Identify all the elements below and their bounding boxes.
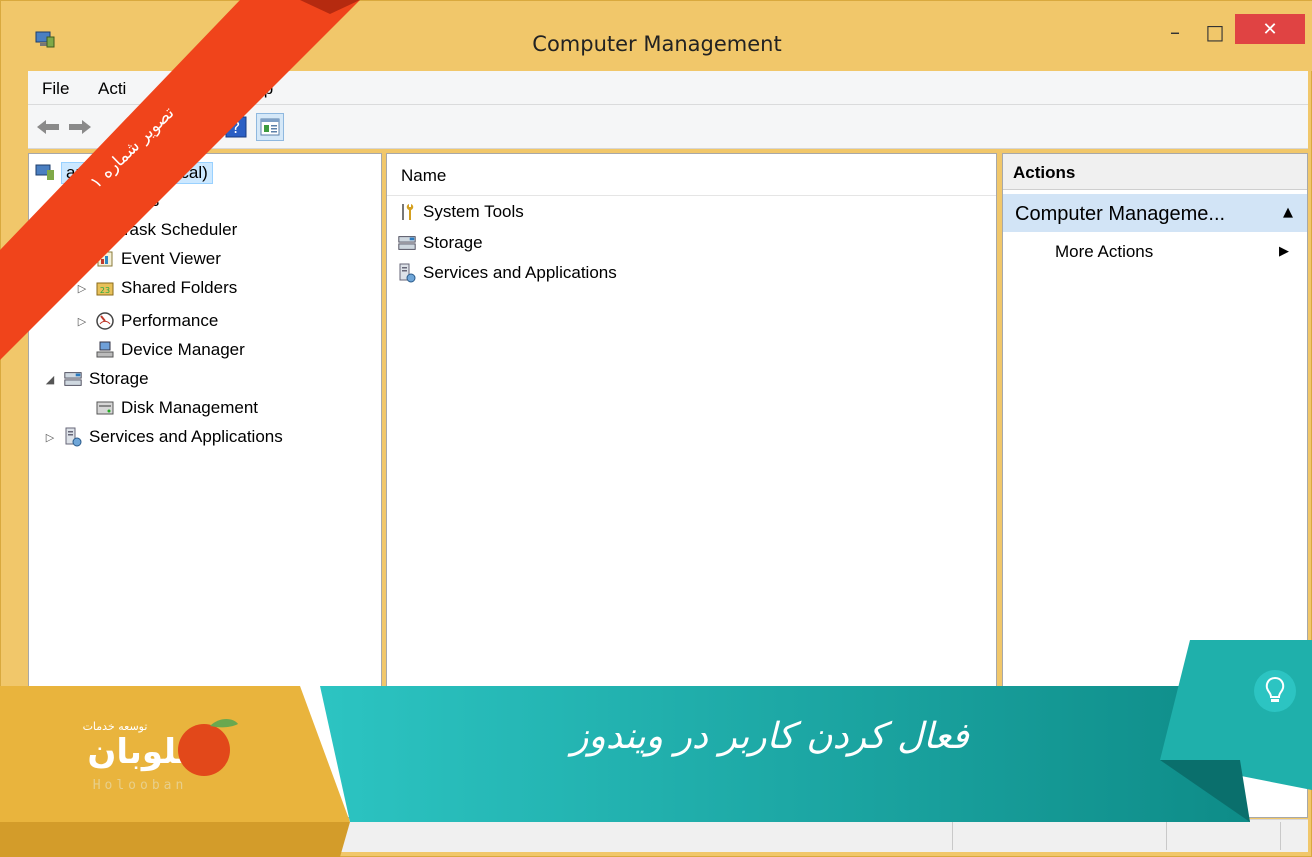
list-item[interactable]: System Tools [397,199,524,225]
toolbar: ? [28,105,1308,149]
menu-file[interactable]: File [42,79,69,99]
svg-text:?: ? [232,118,241,137]
actions-header: Actions [1003,154,1307,190]
tree-item-device-manager[interactable]: Device Manager [95,337,245,363]
maximize-button[interactable]: □ [1197,15,1233,49]
expand-icon[interactable]: ▷ [75,315,89,328]
tree-item-label: Shared Folders [121,278,238,297]
tree-item-storage[interactable]: ◢ Storage [43,366,149,392]
help-icon[interactable]: ? [222,113,250,141]
status-divider [952,822,953,850]
menu-bar: File Acti lp [28,71,1308,105]
menu-help[interactable]: lp [260,79,273,99]
shared-folders-icon: 23 [95,278,115,298]
title-bar[interactable]: Computer Management – □ ✕ [1,1,1312,71]
tree-item-label: Storage [89,369,149,388]
show-hide-tree-icon[interactable] [256,113,284,141]
tree-item-label: Disk Management [121,398,259,417]
menu-action[interactable]: Acti [98,79,126,99]
tree-item-shared-folders[interactable]: ▷ 23 Shared Folders [75,275,237,301]
actions-section-computer-management[interactable]: Computer Manageme... ▲ [1003,194,1307,232]
status-bar [28,819,1308,852]
status-divider [1280,822,1281,850]
tools-icon [75,191,95,211]
collapse-caret-icon[interactable]: ▲ [1283,205,1293,220]
disk-management-icon [95,398,115,418]
back-icon[interactable] [34,113,62,141]
banner-title: فعال کردن کاربر در ویندوز [571,716,969,757]
submenu-arrow-icon[interactable]: ▶ [1279,244,1289,259]
tree-item-label: Event Viewer [121,249,221,268]
tree-item-label: Device Manager [121,340,245,359]
window-title: Computer Management [532,32,782,56]
tree-item-system-tools[interactable]: ◢ m Tools [55,188,160,214]
tree-item-disk-management[interactable]: Disk Management [95,395,258,421]
collapse-icon[interactable]: ◢ [43,373,57,386]
expand-icon[interactable]: ▷ [75,282,89,295]
more-actions-item[interactable]: More Actions [1055,242,1153,262]
list-item[interactable]: Services and Applications [397,260,617,286]
column-header-name[interactable]: Name [387,154,996,196]
tree-item-label: Services and Applications [89,427,283,446]
actions-pane: Actions Computer Manageme... ▲ More Acti… [1002,153,1308,818]
tree-item-event-viewer[interactable]: Event Viewer [95,246,221,272]
list-item-label: System Tools [423,202,524,221]
expand-icon[interactable]: ▷ [43,431,57,444]
computer-icon [35,163,55,183]
task-scheduler-icon [95,220,115,240]
device-manager-icon [95,340,115,360]
tree-item-services-applications[interactable]: ▷ Services and Applications [43,424,283,450]
services-icon [63,427,83,447]
svg-text:23: 23 [100,286,110,295]
column-header-label: Name [401,166,447,185]
services-icon [397,263,417,283]
performance-icon [95,311,115,331]
minimize-button[interactable]: – [1157,15,1193,49]
tree-item-label: m Tools [101,191,160,210]
storage-icon [397,233,417,253]
forward-icon[interactable] [66,113,94,141]
actions-section-label: Computer Manageme... [1015,203,1226,225]
tree-item-label: Performance [121,311,219,330]
peach-logo-icon [178,719,238,776]
close-button[interactable]: ✕ [1235,14,1305,44]
tree-item-task-scheduler[interactable]: Task Scheduler [95,217,237,243]
actions-title: Actions [1013,163,1076,182]
tree-item-performance[interactable]: ▷ Performance [75,308,219,334]
tree-item-label: anagement (Local) [61,162,213,184]
status-divider [1166,822,1167,850]
lightbulb-icon [1254,670,1296,712]
list-item-label: Services and Applications [423,263,617,282]
tools-icon [397,202,417,222]
event-viewer-icon [95,249,115,269]
list-item-label: Storage [423,233,483,252]
collapse-icon[interactable]: ◢ [55,195,69,208]
storage-icon [63,369,83,389]
list-item[interactable]: Storage [397,230,483,256]
tree-item-label: Task Scheduler [121,220,238,239]
